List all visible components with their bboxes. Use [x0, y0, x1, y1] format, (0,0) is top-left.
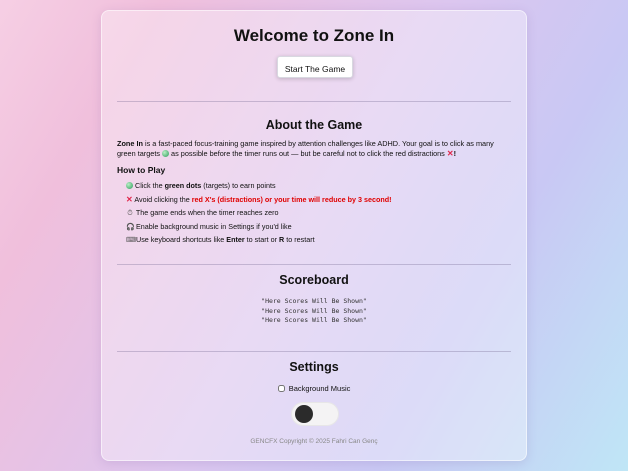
toggle-knob [295, 405, 313, 423]
start-game-button[interactable]: Start The Game [277, 56, 353, 78]
background-music-checkbox[interactable] [277, 385, 285, 392]
about-description: Zone In is a fast-paced focus-training g… [117, 139, 494, 158]
background-music-label: Background Music [288, 384, 351, 393]
red-x-icon: ✕ [446, 149, 454, 158]
music-toggle-switch[interactable] [291, 402, 339, 426]
score-row: "Here Scores Will Be Shown" [261, 297, 367, 305]
list-item: ✕ Avoid clicking the red X's (distractio… [126, 194, 392, 204]
divider [117, 101, 511, 102]
divider [117, 264, 511, 265]
list-item: Click the green dots (targets) to earn p… [126, 179, 511, 193]
how-to-play-list: Click the green dots (targets) to earn p… [126, 179, 511, 247]
list-item: ⏱ The game ends when the timer reaches z… [126, 206, 511, 220]
headphones-icon: 🎧 [126, 223, 135, 231]
about-heading: About the Game [265, 118, 363, 132]
score-row: "Here Scores Will Be Shown" [261, 306, 367, 315]
green-dot-icon [126, 182, 133, 189]
main-card: Welcome to Zone In Start The Game About … [101, 10, 527, 461]
list-item: 🎧 Enable background music in Settings if… [126, 220, 511, 234]
scoreboard-heading: Scoreboard [279, 273, 349, 287]
keyboard-icon: ⌨ [126, 237, 137, 244]
score-row: "Here Scores Will Be Shown" [261, 316, 367, 324]
background-music-setting: Background Music [102, 384, 526, 393]
stopwatch-icon: ⏱ [127, 210, 133, 217]
copyright-footer: GENCFX Copyright © 2025 Fahri Can Genç [250, 438, 378, 445]
page-title: Welcome to Zone In [233, 26, 395, 45]
settings-heading: Settings [289, 360, 339, 374]
how-to-play-heading: How to Play [117, 165, 166, 175]
score-list: "Here Scores Will Be Shown" "Here Scores… [102, 297, 526, 326]
divider [117, 351, 511, 352]
red-x-icon: ✕ [126, 194, 133, 204]
green-dot-icon [162, 150, 170, 157]
list-item: ⌨ Use keyboard shortcuts like Enter to s… [126, 233, 511, 247]
